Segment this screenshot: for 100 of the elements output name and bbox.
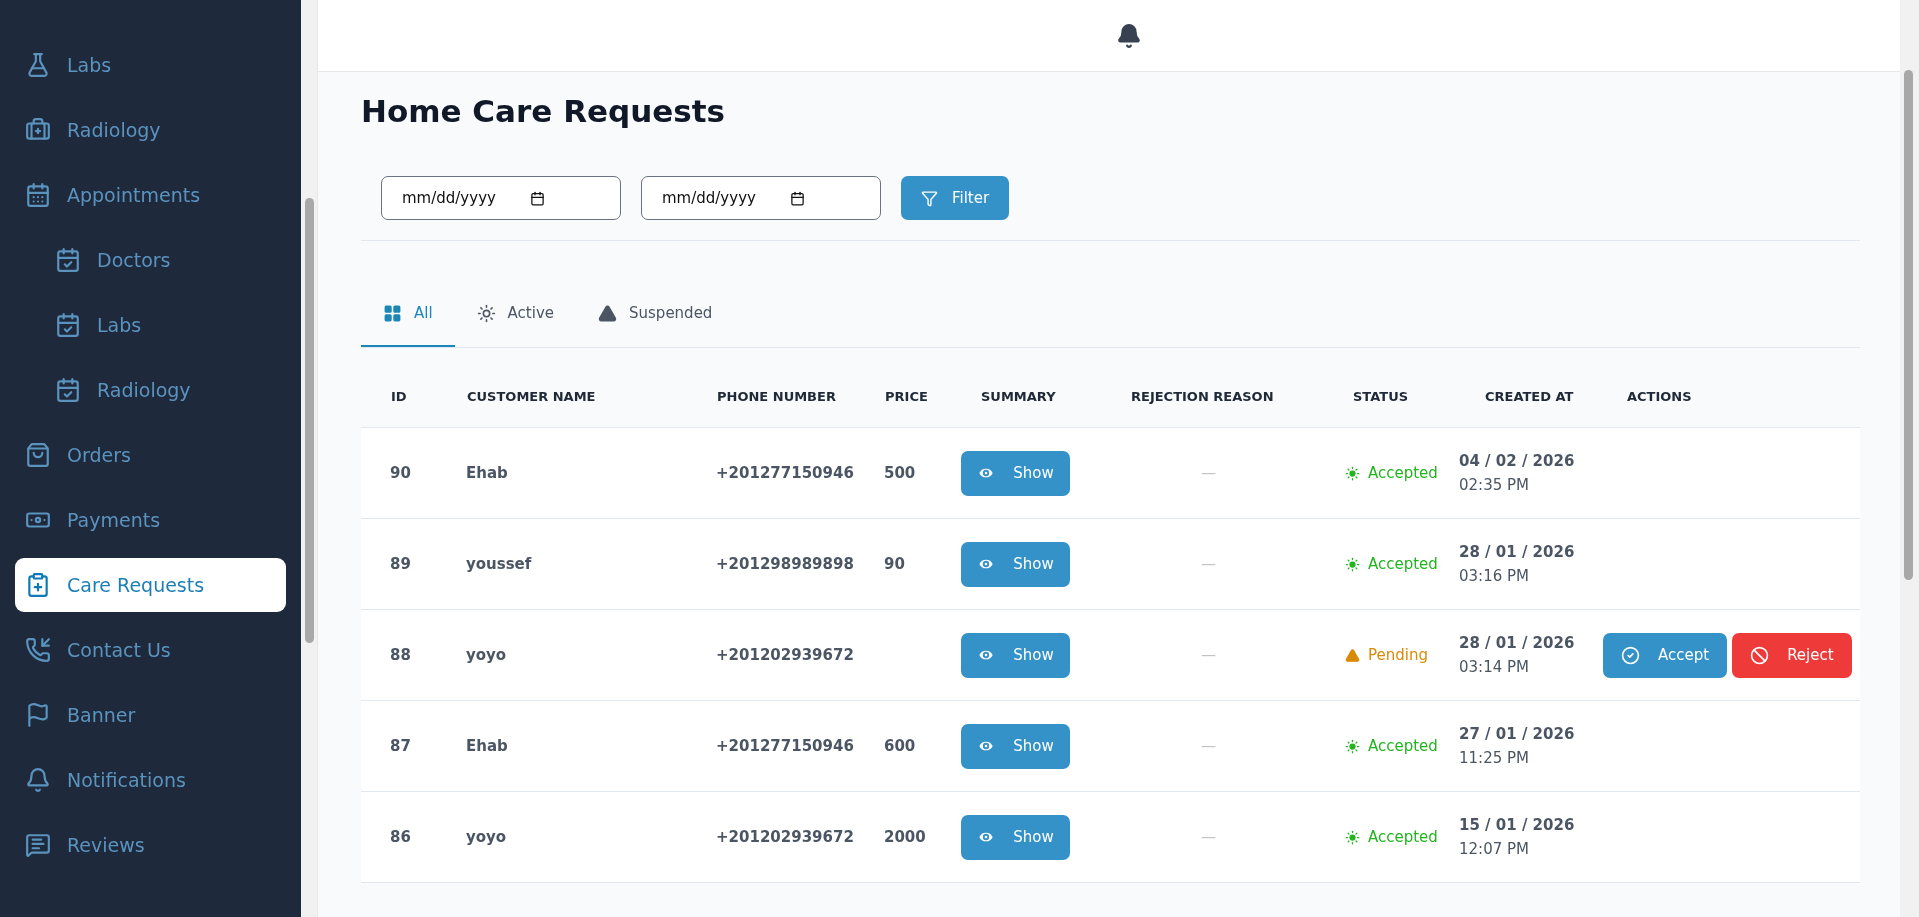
column-header: REJECTION REASON	[1130, 389, 1275, 404]
show-button[interactable]: Show	[961, 541, 1070, 587]
scrollbar-thumb[interactable]	[305, 198, 314, 643]
sidebar-item[interactable]: Orders	[15, 427, 286, 482]
rejection-reason: —	[1201, 464, 1216, 482]
tab-icon	[383, 303, 402, 323]
created-time: 03:16 PM	[1459, 567, 1530, 585]
customer-name: Ehab	[466, 737, 508, 755]
sidebar-subitem[interactable]: Doctors	[15, 232, 286, 287]
filter-button[interactable]: Filter	[901, 176, 1010, 220]
check-circle-icon	[1621, 645, 1640, 665]
tab-icon	[598, 303, 617, 323]
column-header: SUMMARY	[980, 389, 1057, 404]
price-text: 500	[884, 464, 916, 482]
price-text: 600	[884, 737, 916, 755]
sidebar-icon	[25, 116, 51, 143]
status-label: Accepted	[1323, 464, 1455, 482]
show-button[interactable]: Show	[961, 814, 1070, 860]
calendar-check-icon	[55, 311, 81, 338]
phone-number: +201202939672	[716, 828, 854, 846]
id-text: 89	[390, 555, 411, 573]
customer-name: Ehab	[466, 464, 508, 482]
sidebar-icon	[25, 571, 51, 598]
phone-number: +201202939672	[716, 646, 854, 664]
status-icon	[1345, 738, 1360, 754]
id-text: 87	[390, 737, 411, 755]
sidebar-icon	[25, 181, 51, 208]
created-date: 15 / 01 / 2026	[1459, 816, 1576, 834]
customer-name: youssef	[466, 555, 532, 573]
calendar-icon	[530, 190, 545, 206]
filter-icon	[921, 189, 938, 207]
sidebar-icon	[25, 701, 51, 728]
created-time: 12:07 PM	[1459, 840, 1530, 858]
column-header: CUSTOMER NAME	[466, 389, 597, 404]
column-header: PRICE	[884, 389, 929, 404]
price-text: 2000	[884, 828, 926, 846]
created-date: 28 / 01 / 2026	[1459, 634, 1576, 652]
sidebar-item[interactable]: Reviews	[15, 817, 286, 872]
customer-name: yoyo	[466, 646, 507, 664]
show-button[interactable]: Show	[961, 450, 1070, 496]
status-label: Accepted	[1323, 555, 1455, 573]
page-scrollbar[interactable]	[1900, 0, 1919, 917]
sidebar-icon	[25, 441, 51, 468]
sidebar-subitem[interactable]: Labs	[15, 297, 286, 352]
created-time: 11:25 PM	[1459, 749, 1530, 767]
id-text: 86	[390, 828, 411, 846]
tab[interactable]: All	[361, 281, 455, 347]
created-time: 02:35 PM	[1459, 476, 1530, 494]
status-icon	[1345, 647, 1360, 663]
sidebar-item[interactable]: Payments	[15, 492, 286, 547]
date-input[interactable]: mm/dd/yyyy	[660, 188, 770, 208]
sidebar-item[interactable]: Appointments	[15, 167, 286, 222]
sidebar-icon	[25, 636, 51, 663]
tab[interactable]: Active	[454, 281, 576, 347]
sidebar-item[interactable]: Contact Us	[15, 622, 286, 677]
price-text: 90	[884, 555, 905, 573]
date-field[interactable]: mm/dd/yyyy	[381, 176, 621, 220]
phone-number: +201277150946	[716, 737, 854, 755]
date-input[interactable]: mm/dd/yyyy	[400, 188, 510, 208]
status-label: Accepted	[1323, 737, 1455, 755]
created-date: 27 / 01 / 2026	[1459, 725, 1576, 743]
phone-number: +201277150946	[716, 464, 854, 482]
sidebar-item[interactable]: Care Requests	[15, 557, 286, 612]
created-time: 03:14 PM	[1459, 658, 1530, 676]
tab-icon	[476, 303, 496, 323]
reject-button[interactable]: Reject	[1732, 632, 1852, 678]
status-label: Accepted	[1323, 828, 1455, 846]
rejection-reason: —	[1201, 737, 1216, 755]
rejection-reason: —	[1201, 828, 1216, 846]
page-title: Home Care Requests	[361, 92, 727, 131]
scrollbar-thumb[interactable]	[1904, 70, 1913, 580]
created-date: 28 / 01 / 2026	[1459, 543, 1576, 561]
status-label: Pending	[1323, 646, 1455, 664]
sidebar-item[interactable]: Notifications	[15, 752, 286, 807]
column-header: ID	[390, 389, 408, 404]
status-icon	[1345, 829, 1360, 845]
column-header: STATUS	[1352, 389, 1410, 404]
column-header: PHONE NUMBER	[716, 389, 837, 404]
status-icon	[1345, 465, 1360, 481]
status-icon	[1345, 556, 1360, 572]
ban-icon	[1750, 645, 1770, 665]
date-field[interactable]: mm/dd/yyyy	[641, 176, 881, 220]
sidebar-icon	[25, 766, 51, 793]
show-button[interactable]: Show	[961, 723, 1070, 769]
show-button[interactable]: Show	[961, 632, 1070, 678]
sidebar-item[interactable]: Radiology	[15, 102, 286, 157]
column-header: CREATED AT	[1484, 389, 1575, 404]
sidebar-item[interactable]: Banner	[15, 687, 286, 742]
rejection-reason: —	[1201, 555, 1216, 573]
id-text: 90	[390, 464, 411, 482]
sidebar-icon	[25, 51, 51, 78]
bell-icon[interactable]	[1116, 22, 1142, 49]
accept-button[interactable]: Accept	[1603, 632, 1728, 678]
tab[interactable]: Suspended	[576, 281, 735, 347]
sidebar-subitem[interactable]: Radiology	[15, 362, 286, 417]
calendar-icon	[790, 190, 805, 206]
sidebar-item[interactable]: Labs	[15, 37, 286, 92]
sidebar-icon	[25, 831, 51, 858]
calendar-check-icon	[55, 246, 81, 273]
sidebar-scrollbar[interactable]	[301, 0, 318, 917]
